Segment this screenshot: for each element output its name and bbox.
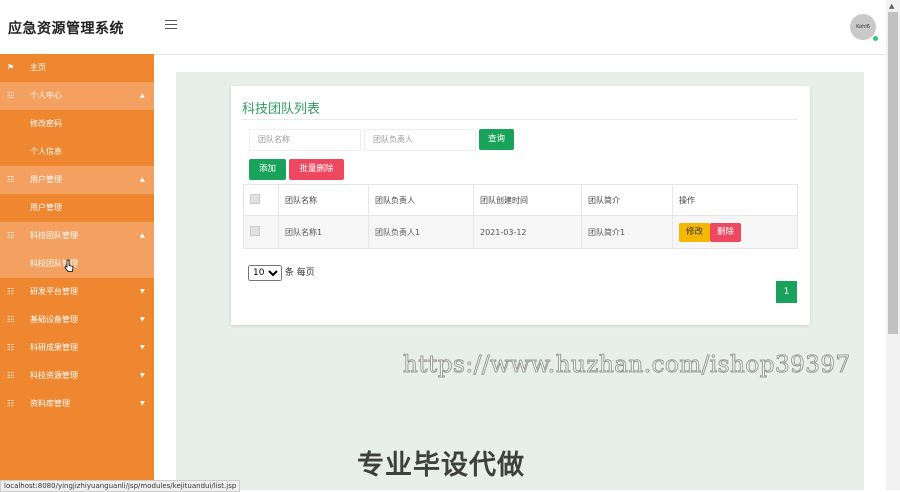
flag-icon: ⚑ bbox=[7, 63, 15, 72]
online-status-dot bbox=[872, 35, 879, 42]
chevron-down-icon: ▼ bbox=[140, 400, 145, 407]
grid-icon: ☷ bbox=[7, 287, 15, 296]
sidebar-item-library[interactable]: ☷ 资料库管理 ▼ bbox=[0, 390, 154, 418]
grid-icon: ☷ bbox=[7, 399, 15, 408]
row-checkbox[interactable] bbox=[250, 226, 260, 236]
grid-icon: ☷ bbox=[7, 91, 15, 100]
sidebar-item-achievements[interactable]: ☷ 科研成果管理 ▼ bbox=[0, 334, 154, 362]
team-intro-cell: 团队简介1 bbox=[581, 215, 673, 249]
top-bar: 应急资源管理系统 Kohl6 bbox=[0, 0, 886, 55]
table-header-row: 团队名称 团队负责人 团队创建时间 团队简介 操作 bbox=[243, 184, 798, 216]
sidebar-item-label: 科技资源管理 bbox=[30, 371, 78, 380]
sidebar-item-team-management[interactable]: ☷ 科技团队管理 ▲ bbox=[0, 222, 154, 250]
sidebar-item-label: 科研成果管理 bbox=[30, 343, 78, 352]
sidebar-item-label: 研发平台管理 bbox=[30, 287, 78, 296]
actions-cell: 修改 删除 bbox=[672, 215, 798, 249]
select-all-cell bbox=[243, 184, 279, 216]
team-name-cell: 团队名称1 bbox=[278, 215, 369, 249]
chevron-up-icon: ▲ bbox=[140, 176, 145, 183]
sidebar-item-label: 资料库管理 bbox=[30, 399, 70, 408]
grid-icon: ☷ bbox=[7, 231, 15, 240]
sidebar-subitem-change-password[interactable]: 修改密码 bbox=[0, 110, 154, 138]
column-header: 团队名称 bbox=[278, 184, 369, 216]
status-url: localhost:8080/yingjizhiyuanguanli/jsp/m… bbox=[0, 480, 241, 492]
scroll-up-icon[interactable]: ▲ bbox=[889, 2, 894, 10]
page-number-button[interactable]: 1 bbox=[776, 281, 797, 303]
chevron-down-icon: ▼ bbox=[140, 316, 145, 323]
hand-cursor-icon bbox=[64, 259, 74, 272]
page-size-suffix: 条 每页 bbox=[284, 268, 315, 278]
sidebar-item-user-management[interactable]: ☷ 用户管理 ▲ bbox=[0, 166, 154, 194]
chevron-up-icon: ▲ bbox=[140, 92, 145, 99]
sidebar-item-label: 主页 bbox=[30, 63, 46, 72]
menu-toggle-icon[interactable] bbox=[165, 20, 177, 30]
sidebar-item-label: 用户管理 bbox=[30, 175, 62, 184]
sidebar-subitem-personal-info[interactable]: 个人信息 bbox=[0, 138, 154, 166]
select-all-checkbox[interactable] bbox=[250, 194, 260, 204]
table-row: 团队名称1 团队负责人1 2021-03-12 团队简介1 修改 删除 bbox=[243, 215, 798, 249]
sidebar-item-label: 科技团队管理 bbox=[30, 231, 78, 240]
column-header: 团队创建时间 bbox=[473, 184, 582, 216]
scrollbar[interactable]: ▲ bbox=[886, 0, 900, 490]
team-list-card: 科技团队列表 团队名称 团队负责人 查询 添加 批量删除 团队名称 团队负责人 … bbox=[231, 86, 810, 325]
title-divider bbox=[242, 119, 798, 120]
query-button[interactable]: 查询 bbox=[479, 129, 514, 150]
watermark-url: https://www.huzhan.com/ishop39397 bbox=[403, 352, 851, 379]
sidebar-subitem-team-management[interactable]: 科技团队管理 bbox=[0, 250, 154, 278]
team-leader-cell: 团队负责人1 bbox=[368, 215, 474, 249]
add-button[interactable]: 添加 bbox=[249, 159, 286, 180]
column-header: 团队负责人 bbox=[368, 184, 474, 216]
column-header: 团队简介 bbox=[581, 184, 673, 216]
sidebar-item-label: 基础设备管理 bbox=[30, 315, 78, 324]
grid-icon: ☷ bbox=[7, 343, 15, 352]
scroll-thumb[interactable] bbox=[888, 12, 898, 334]
sidebar-item-personal-center[interactable]: ☷ 个人中心 ▲ bbox=[0, 82, 154, 110]
sidebar: ⚑ 主页 ☷ 个人中心 ▲ 修改密码 个人信息 ☷ 用户管理 ▲ 用户管理 ☷ … bbox=[0, 54, 154, 490]
chevron-down-icon: ▼ bbox=[140, 344, 145, 351]
column-header: 操作 bbox=[672, 184, 798, 216]
sidebar-item-equipment[interactable]: ☷ 基础设备管理 ▼ bbox=[0, 306, 154, 334]
sidebar-subitem-user-management[interactable]: 用户管理 bbox=[0, 194, 154, 222]
watermark-text: 专业毕设代做 bbox=[357, 450, 525, 481]
chevron-down-icon: ▼ bbox=[140, 288, 145, 295]
page-size-select[interactable]: 10 bbox=[248, 265, 282, 281]
team-leader-search-input[interactable]: 团队负责人 bbox=[364, 129, 476, 151]
row-select-cell bbox=[243, 215, 279, 249]
edit-button[interactable]: 修改 bbox=[679, 222, 710, 242]
chevron-up-icon: ▲ bbox=[140, 232, 145, 239]
team-table: 团队名称 团队负责人 团队创建时间 团队简介 操作 团队名称1 团队负责人1 2… bbox=[243, 184, 798, 249]
batch-delete-button[interactable]: 批量删除 bbox=[289, 159, 344, 180]
sidebar-item-rd-platform[interactable]: ☷ 研发平台管理 ▼ bbox=[0, 278, 154, 306]
team-name-search-input[interactable]: 团队名称 bbox=[249, 129, 361, 151]
grid-icon: ☷ bbox=[7, 315, 15, 324]
grid-icon: ☷ bbox=[7, 371, 15, 380]
page-title: 科技团队列表 bbox=[242, 102, 321, 117]
page-size-control: 10 条 每页 bbox=[248, 265, 315, 281]
grid-icon: ☷ bbox=[7, 175, 15, 184]
sidebar-item-resources[interactable]: ☷ 科技资源管理 ▼ bbox=[0, 362, 154, 390]
delete-button[interactable]: 删除 bbox=[710, 222, 741, 242]
created-date-cell: 2021-03-12 bbox=[473, 215, 582, 249]
sidebar-item-home[interactable]: ⚑ 主页 bbox=[0, 54, 154, 82]
chevron-down-icon: ▼ bbox=[140, 372, 145, 379]
app-title: 应急资源管理系统 bbox=[8, 21, 124, 37]
sidebar-item-label: 个人中心 bbox=[30, 91, 62, 100]
